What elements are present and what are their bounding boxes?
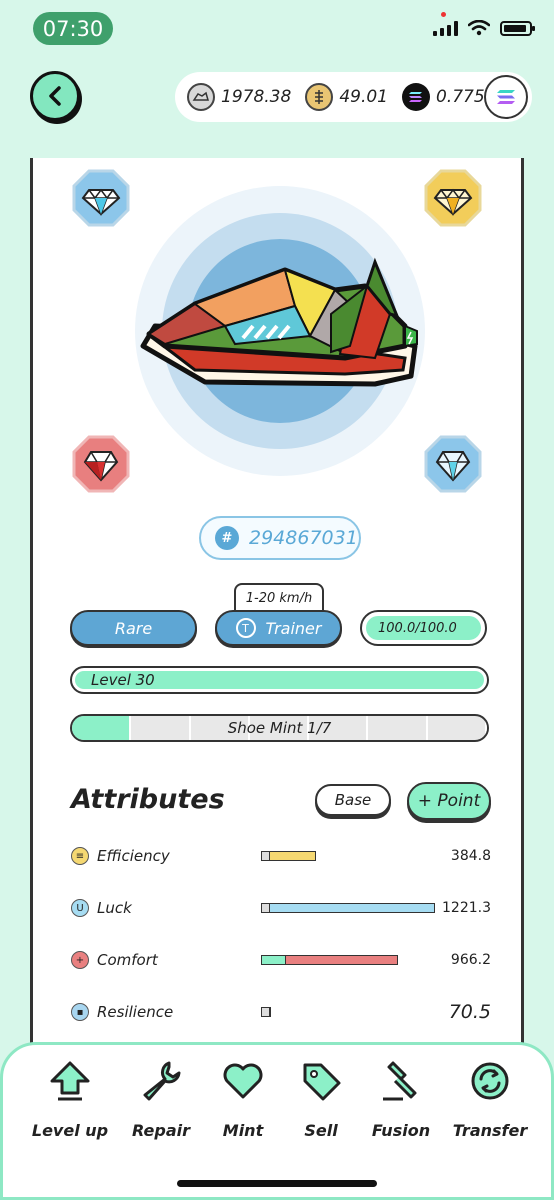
attribute-row-resilience: ▪ Resilience 70.5 [71, 1000, 491, 1024]
wifi-icon [468, 20, 490, 36]
durability-badge: 100.0/100.0 [360, 610, 487, 646]
gem-socket-bottom-left[interactable] [71, 434, 131, 494]
luck-icon: U [71, 899, 89, 917]
gmt-amount: 49.01 [339, 87, 388, 107]
signal-icon [433, 20, 458, 36]
attribute-bar [261, 902, 437, 914]
attribute-value: 1221.3 [442, 900, 491, 916]
durability-value: 100.0/100.0 [366, 616, 481, 640]
gem-socket-top-right[interactable] [423, 168, 483, 228]
notification-dot [441, 12, 446, 17]
solana-wallet-icon [497, 90, 515, 104]
gst-amount: 1978.38 [221, 87, 292, 107]
attribute-row-comfort: + Comfort 966.2 [71, 948, 491, 972]
yellow-gem-icon [424, 169, 482, 227]
nav-label: Mint [222, 1121, 264, 1140]
attribute-value: 384.8 [450, 848, 491, 864]
attribute-bar [261, 954, 437, 966]
luck-bar [261, 903, 435, 913]
shoe-mint-progress: Shoe Mint 1/7 [70, 714, 489, 742]
trainer-icon: T [235, 618, 256, 638]
attribute-bar [261, 1006, 437, 1018]
level-up-button[interactable]: Level up [30, 1059, 110, 1140]
hash-icon: # [215, 526, 239, 550]
wallet-balance-bar: 1978.38 49.01 0.7753 [175, 72, 532, 122]
sell-button[interactable]: Sell [281, 1059, 361, 1140]
back-button[interactable] [30, 71, 80, 121]
sneaker-detail-card: # 294867031 1-20 km/h Rare T Trainer 100… [30, 158, 524, 1048]
wrench-icon [143, 1061, 181, 1101]
nav-label: Transfer [452, 1121, 528, 1140]
attribute-name: Comfort [97, 951, 158, 969]
tag-icon [303, 1063, 341, 1101]
battery-icon [500, 20, 535, 36]
sneaker-type-badge: T Trainer [215, 610, 342, 646]
status-time: 07:30 [33, 12, 113, 45]
fusion-button[interactable]: Fusion [361, 1059, 441, 1140]
attribute-bar [261, 850, 437, 862]
attribute-row-luck: U Luck 1221.3 [71, 896, 491, 920]
gem-socket-bottom-right[interactable] [423, 434, 483, 494]
shoe-mint-label: Shoe Mint 1/7 [227, 719, 332, 737]
sol-balance: 0.7753 [401, 83, 495, 111]
nav-label: Fusion [371, 1121, 431, 1140]
bottom-action-bar: Level up Repair Mint Sell Fusion Transfe… [0, 1042, 554, 1200]
nav-label: Level up [31, 1121, 109, 1140]
sneaker-id-badge: # 294867031 [199, 516, 361, 560]
chevron-left-icon [49, 86, 61, 106]
level-bar: Level 30 [70, 666, 489, 694]
efficiency-icon: ≡ [71, 847, 89, 865]
blue-gem-icon [72, 169, 130, 227]
gst-balance: 1978.38 [187, 83, 291, 111]
sneaker-image [135, 186, 425, 476]
sneaker-id: 294867031 [249, 527, 358, 549]
transfer-icon [471, 1062, 509, 1100]
gem-socket-top-left[interactable] [71, 168, 131, 228]
heart-icon [223, 1063, 263, 1099]
red-gem-icon [72, 435, 130, 493]
attributes-title: Attributes [71, 784, 225, 815]
solana-wallet-button[interactable] [484, 75, 528, 119]
sneaker-illustration [135, 186, 425, 476]
sneaker-type-label: Trainer [265, 618, 322, 638]
transfer-button[interactable]: Transfer [450, 1059, 530, 1140]
blue-gem-locked-icon [424, 435, 482, 493]
status-icons [433, 20, 535, 36]
attribute-row-efficiency: ≡ Efficiency 384.8 [71, 844, 491, 868]
attribute-name: Resilience [97, 1003, 174, 1021]
add-point-button[interactable]: + Point [407, 782, 491, 820]
status-bar: 07:30 [0, 0, 554, 60]
attribute-name: Efficiency [97, 847, 170, 865]
resilience-bar [261, 1007, 271, 1017]
comfort-icon: + [71, 951, 89, 969]
level-up-icon [50, 1061, 90, 1101]
rarity-badge: Rare [70, 610, 197, 646]
speed-range-tab: 1-20 km/h [234, 583, 324, 611]
attribute-name: Luck [97, 899, 132, 917]
nav-label: Sell [304, 1121, 338, 1140]
nav-label: Repair [132, 1121, 190, 1140]
gmt-balance: 49.01 [305, 83, 388, 111]
home-indicator [177, 1180, 377, 1187]
efficiency-bar [261, 851, 316, 861]
level-label: Level 30 [75, 671, 484, 689]
base-button[interactable]: Base [315, 784, 391, 816]
repair-button[interactable]: Repair [121, 1059, 201, 1140]
attribute-value: 70.5 [448, 1001, 491, 1023]
gmt-coin-icon [305, 83, 334, 111]
resilience-icon: ▪ [71, 1003, 89, 1021]
attribute-value: 966.2 [450, 952, 491, 968]
sol-coin-icon [401, 83, 430, 111]
comfort-bar [261, 955, 398, 965]
mint-button[interactable]: Mint [203, 1059, 283, 1140]
gst-coin-icon [187, 83, 215, 111]
hammer-icon [383, 1061, 417, 1101]
